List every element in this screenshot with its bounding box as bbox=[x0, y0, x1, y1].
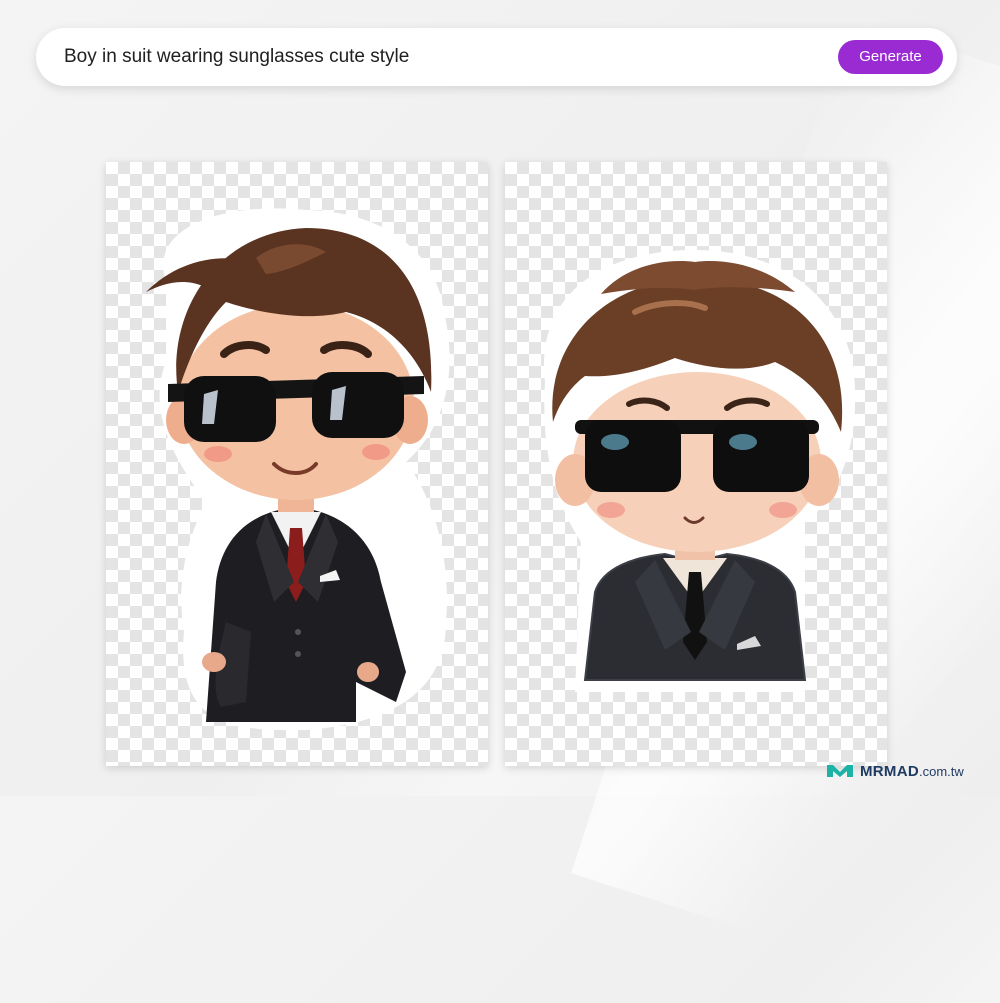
sticker-image-boy-red-tie bbox=[146, 208, 450, 731]
prompt-bar[interactable]: Boy in suit wearing sunglasses cute styl… bbox=[36, 28, 957, 86]
sticker-result-2[interactable] bbox=[505, 162, 887, 766]
sticker-image-boy-black-tie bbox=[544, 250, 856, 692]
generate-button[interactable]: Generate bbox=[838, 40, 943, 74]
watermark-domain: .com.tw bbox=[919, 763, 964, 779]
mrmad-logo-icon bbox=[827, 765, 853, 777]
prompt-input[interactable]: Boy in suit wearing sunglasses cute styl… bbox=[64, 28, 409, 86]
watermark-brand: MRMAD bbox=[860, 762, 919, 780]
sticker-result-1[interactable] bbox=[106, 162, 488, 766]
watermark: MRMAD .com.tw bbox=[826, 760, 964, 782]
